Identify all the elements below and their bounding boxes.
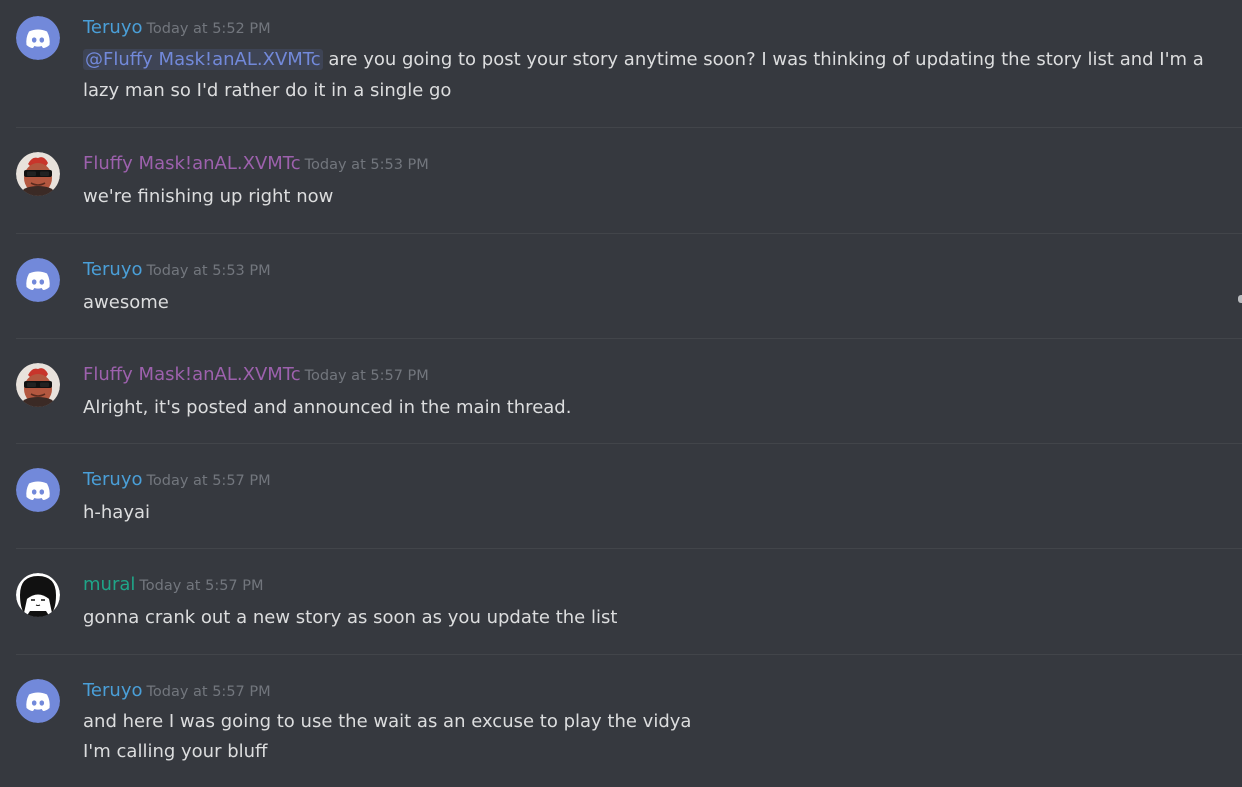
- username[interactable]: Teruyo: [83, 259, 142, 280]
- message: Teruyo Today at 5:52 PM @Fluffy Mask!anAL…: [0, 0, 1242, 127]
- message: Fluffy Mask!anAL.XVMTc Today at 5:53 PM w…: [0, 128, 1242, 233]
- message-header: Teruyo Today at 5:57 PM: [83, 680, 271, 701]
- message: Teruyo Today at 5:57 PM h-hayai: [0, 444, 1242, 548]
- message-list: Teruyo Today at 5:52 PM @Fluffy Mask!anAL…: [0, 0, 1242, 787]
- message-content: awesome: [83, 287, 1228, 318]
- username[interactable]: Fluffy Mask!anAL.XVMTc: [83, 364, 301, 385]
- message-text: h-hayai: [83, 502, 151, 523]
- message-header: Fluffy Mask!anAL.XVMTc Today at 5:57 PM: [83, 364, 429, 385]
- message-content: h-hayai: [83, 497, 1228, 528]
- discord-default-avatar-icon[interactable]: [16, 16, 60, 60]
- username[interactable]: Fluffy Mask!anAL.XVMTc: [83, 153, 301, 174]
- timestamp: Today at 5:53 PM: [304, 157, 429, 173]
- scroll-handle[interactable]: [1238, 295, 1242, 303]
- message-text: I'm calling your bluff: [83, 741, 268, 762]
- sunglasses-face-avatar-icon[interactable]: [16, 363, 60, 407]
- message: Teruyo Today at 5:57 PM and here I was go…: [0, 655, 1242, 787]
- discord-default-avatar-icon[interactable]: [16, 258, 60, 302]
- discord-default-avatar-icon[interactable]: [16, 679, 60, 723]
- anime-girl-avatar-icon[interactable]: [16, 573, 60, 617]
- message-text: gonna crank out a new story as soon as y…: [83, 607, 618, 628]
- username[interactable]: Teruyo: [83, 17, 142, 38]
- timestamp: Today at 5:57 PM: [304, 368, 429, 384]
- message-content: Alright, it's posted and announced in th…: [83, 392, 1228, 423]
- message: Fluffy Mask!anAL.XVMTc Today at 5:57 PM A…: [0, 339, 1242, 443]
- message-header: Fluffy Mask!anAL.XVMTc Today at 5:53 PM: [83, 153, 429, 174]
- timestamp: Today at 5:57 PM: [146, 684, 271, 700]
- sunglasses-face-avatar-icon[interactable]: [16, 152, 60, 196]
- username[interactable]: Teruyo: [83, 469, 142, 490]
- message: Teruyo Today at 5:53 PM awesome: [0, 234, 1242, 338]
- message-header: Teruyo Today at 5:52 PM: [83, 17, 271, 38]
- message-content: @Fluffy Mask!anAL.XVMTc are you going to…: [83, 44, 1228, 106]
- message-header: Teruyo Today at 5:53 PM: [83, 259, 271, 280]
- user-mention[interactable]: @Fluffy Mask!anAL.XVMTc: [83, 49, 323, 70]
- message-content: we're finishing up right now: [83, 181, 1228, 212]
- message-text: we're finishing up right now: [83, 186, 334, 207]
- timestamp: Today at 5:52 PM: [146, 21, 271, 37]
- timestamp: Today at 5:57 PM: [146, 473, 271, 489]
- message-text: awesome: [83, 292, 169, 313]
- discord-default-avatar-icon[interactable]: [16, 468, 60, 512]
- message-text: Alright, it's posted and announced in th…: [83, 397, 572, 418]
- message-header: Teruyo Today at 5:57 PM: [83, 469, 271, 490]
- timestamp: Today at 5:53 PM: [146, 263, 271, 279]
- username[interactable]: mural: [83, 574, 135, 595]
- message-content: gonna crank out a new story as soon as y…: [83, 602, 1228, 633]
- message-content: and here I was going to use the wait as …: [83, 707, 1228, 767]
- timestamp: Today at 5:57 PM: [139, 578, 264, 594]
- message: mural Today at 5:57 PM gonna crank out a …: [0, 549, 1242, 654]
- message-header: mural Today at 5:57 PM: [83, 574, 264, 595]
- message-text: and here I was going to use the wait as …: [83, 711, 692, 732]
- username[interactable]: Teruyo: [83, 680, 142, 701]
